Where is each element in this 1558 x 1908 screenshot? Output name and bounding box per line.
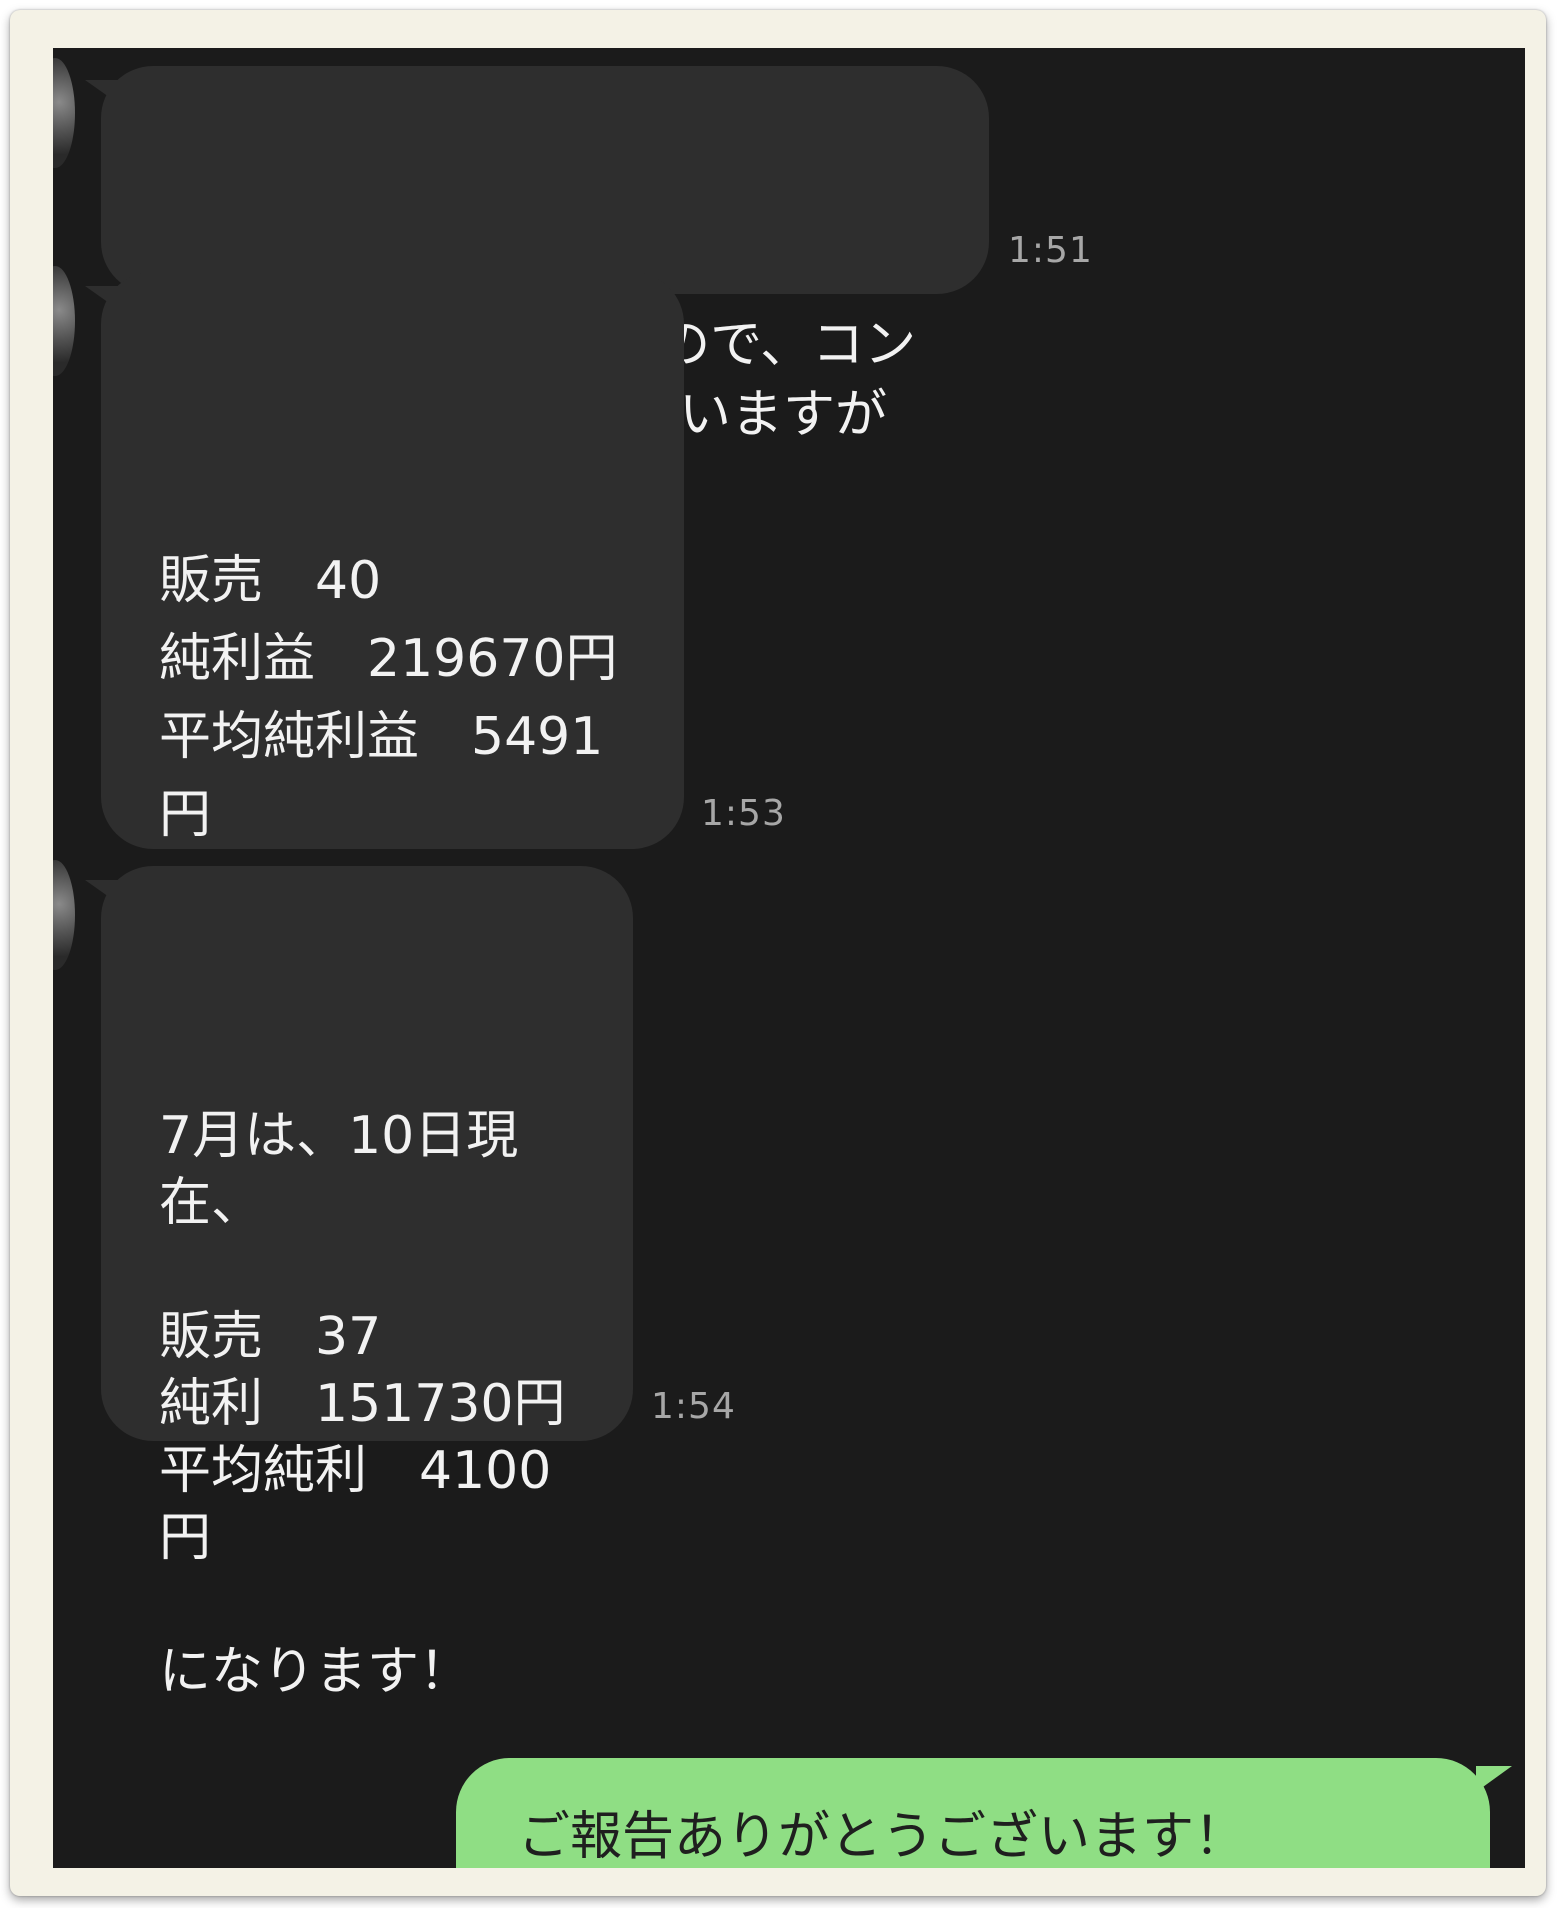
bubble-tail bbox=[85, 880, 119, 904]
message-time: 1:51 bbox=[1008, 230, 1093, 271]
message-bubble-incoming[interactable]: 7月は、10日現在、 販売 37 純利 151730円 平均純利 4100円 に… bbox=[85, 866, 633, 1702]
avatar[interactable] bbox=[53, 860, 75, 970]
message-bubble-incoming[interactable]: Excelが間違っていたので、コンサル時に話したのと違いますが bbox=[85, 66, 989, 445]
message-time: 1:53 bbox=[701, 793, 786, 834]
bubble-tail bbox=[1476, 1766, 1512, 1792]
message-bubble-outgoing[interactable]: ご報告ありがとうございます！ bbox=[456, 1758, 1512, 1868]
chat-screen[interactable]: Excelが間違っていたので、コンサル時に話したのと違いますが 1:51 販売 … bbox=[53, 48, 1525, 1868]
bubble-tail bbox=[85, 80, 119, 104]
message-bubble-incoming[interactable]: 販売 40 純利益 219670円 平均純利益 5491円 になります！ bbox=[85, 272, 684, 1001]
bubble-tail bbox=[85, 286, 119, 310]
message-time: 1:54 bbox=[651, 1386, 736, 1427]
avatar[interactable] bbox=[53, 266, 75, 376]
message-text: 7月は、10日現在、 販売 37 純利 151730円 平均純利 4100円 に… bbox=[159, 1106, 566, 1702]
message-text: ご報告ありがとうございます！ bbox=[518, 1807, 1247, 1867]
avatar[interactable] bbox=[53, 58, 75, 168]
photo-frame: Excelが間違っていたので、コンサル時に話したのと違いますが 1:51 販売 … bbox=[10, 10, 1546, 1896]
